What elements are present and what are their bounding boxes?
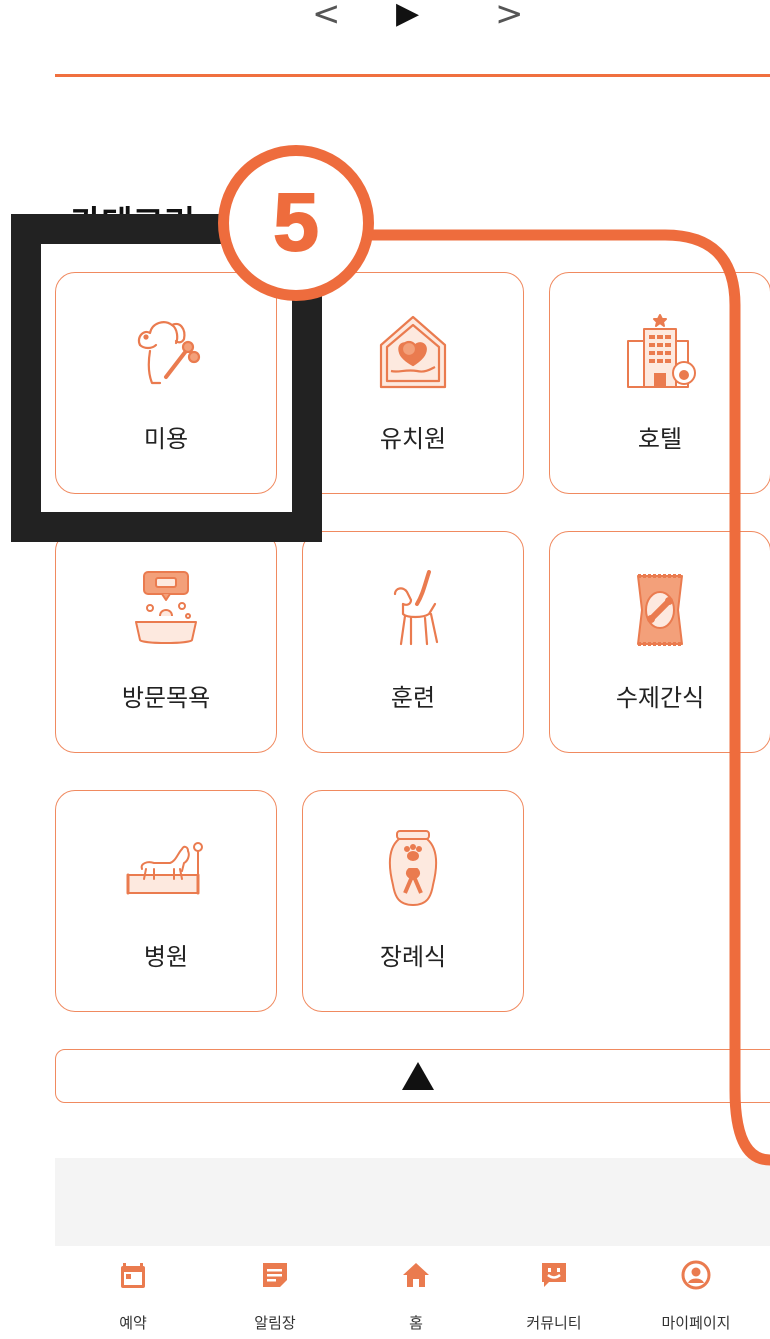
step-number-badge: 5 xyxy=(218,145,374,301)
step-number: 5 xyxy=(272,176,320,269)
annotation-callout-line xyxy=(370,229,770,1166)
